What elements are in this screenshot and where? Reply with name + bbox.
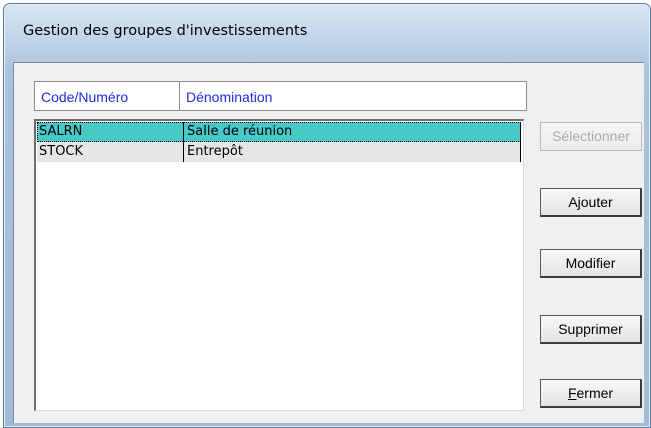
- close-label-rest: ermer: [576, 385, 614, 401]
- select-button[interactable]: Sélectionner: [540, 122, 642, 151]
- list-row[interactable]: SALRN Salle de réunion: [37, 122, 521, 142]
- close-button[interactable]: Fermer: [540, 379, 642, 408]
- modify-button[interactable]: Modifier: [540, 249, 642, 278]
- close-mnemonic: F: [567, 385, 577, 401]
- row-name: Salle de réunion: [183, 122, 521, 142]
- delete-button[interactable]: Supprimer: [540, 315, 642, 344]
- title-bar[interactable]: Gestion des groupes d'investissements: [4, 4, 650, 50]
- add-button[interactable]: Ajouter: [540, 188, 642, 217]
- dialog-client-area: Code/Numéro Dénomination SALRN Salle de …: [13, 62, 644, 423]
- investment-groups-list[interactable]: SALRN Salle de réunion STOCK Entrepôt: [34, 119, 524, 411]
- list-header: Code/Numéro Dénomination: [34, 81, 527, 111]
- column-header-code[interactable]: Code/Numéro: [35, 82, 180, 110]
- row-code: SALRN: [39, 124, 83, 139]
- row-name: Entrepôt: [183, 142, 521, 162]
- row-code: STOCK: [39, 144, 84, 159]
- dialog-window: Gestion des groupes d'investissements Co…: [3, 3, 651, 428]
- window-title: Gestion des groupes d'investissements: [23, 23, 308, 39]
- column-header-name[interactable]: Dénomination: [180, 82, 480, 110]
- list-row[interactable]: STOCK Entrepôt: [37, 142, 521, 162]
